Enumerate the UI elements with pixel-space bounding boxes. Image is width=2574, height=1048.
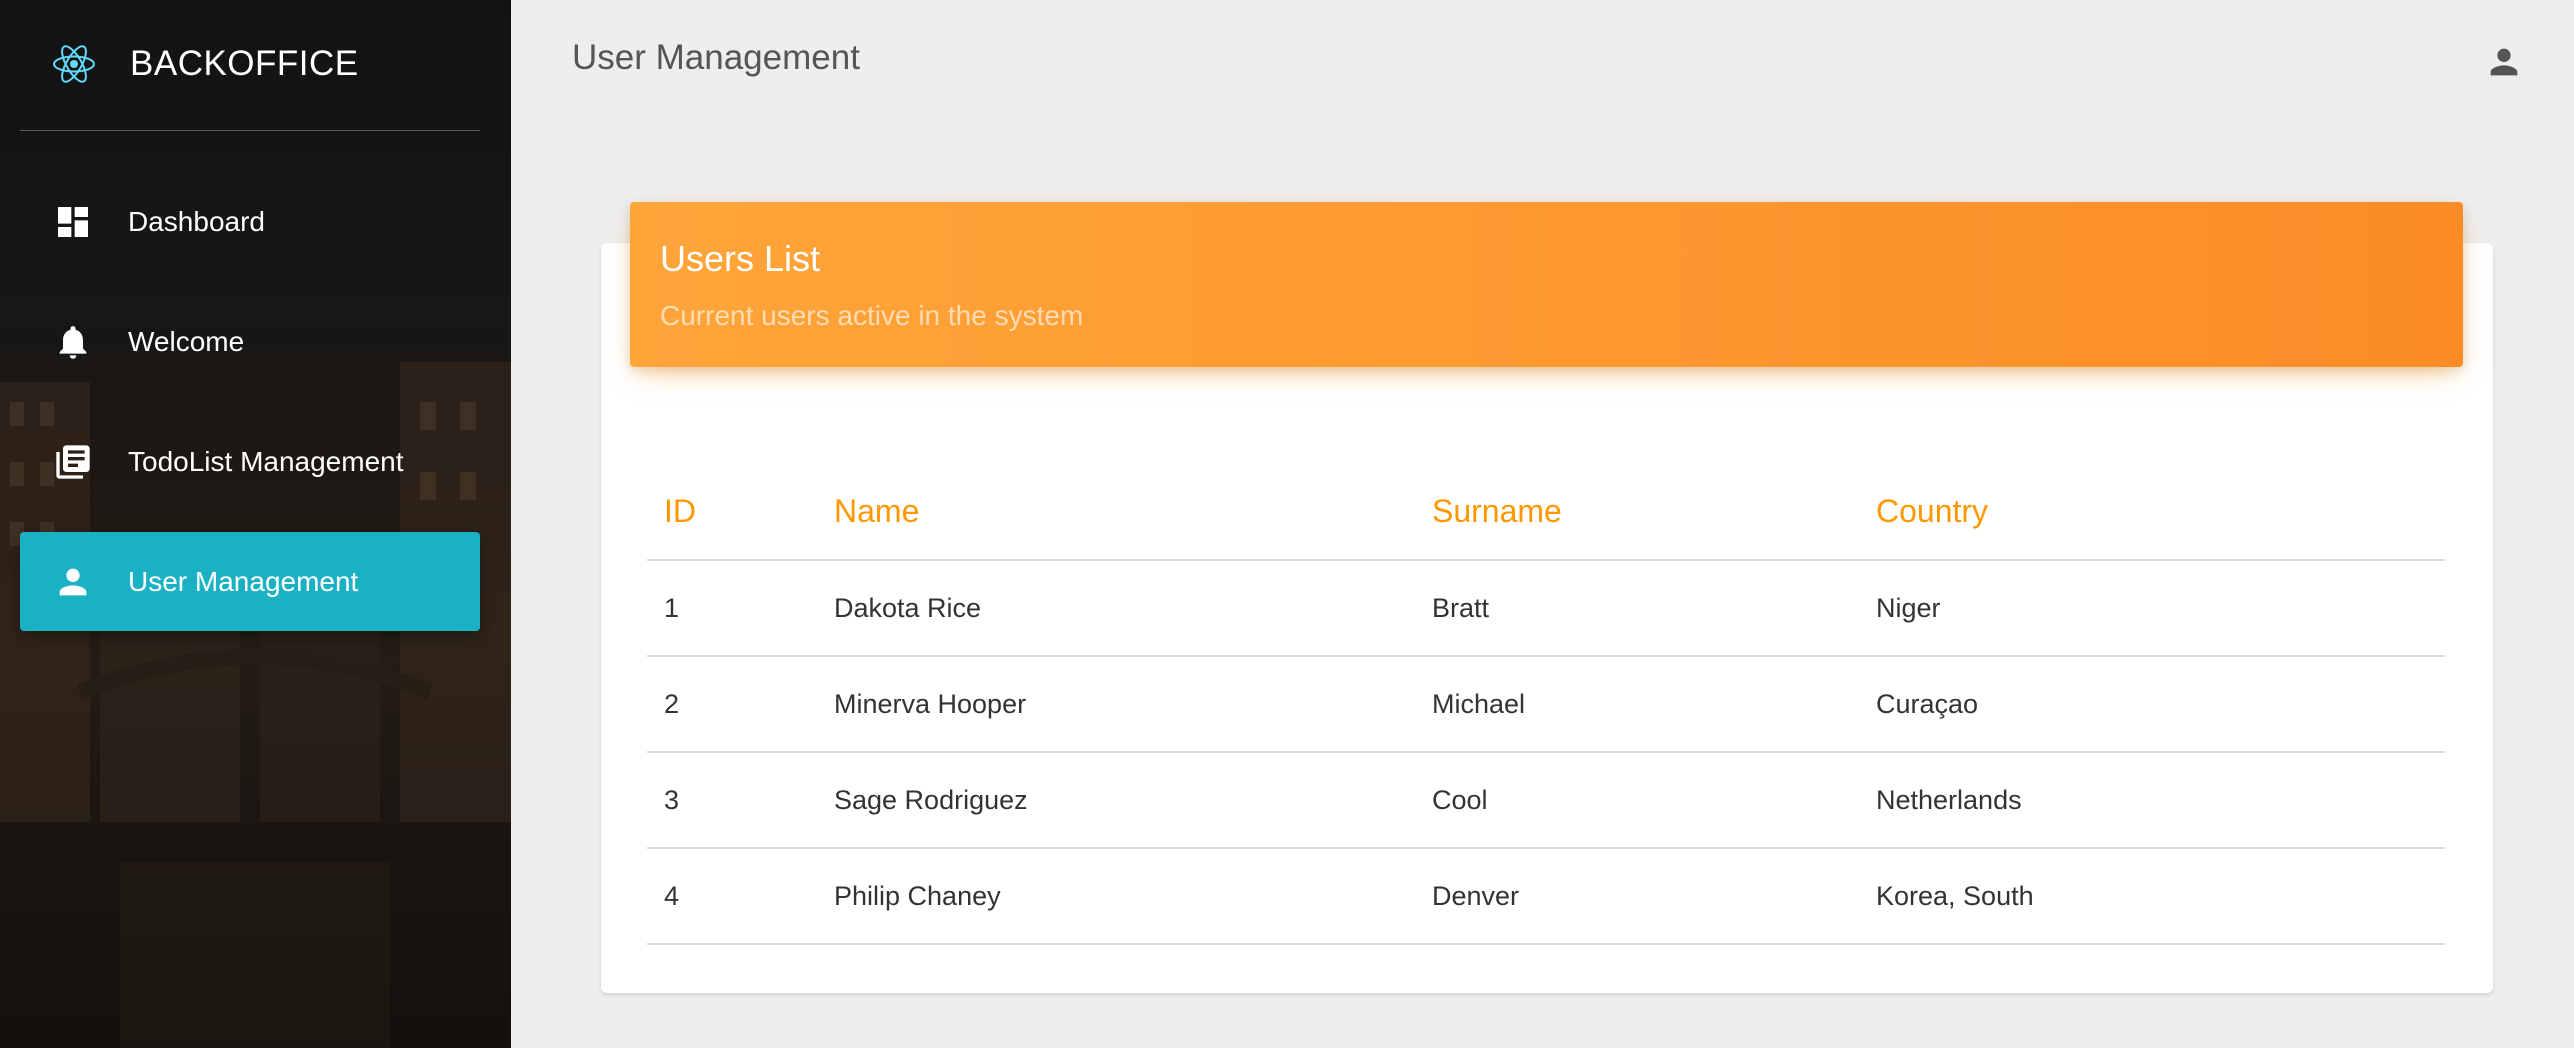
cell-surname: Cool bbox=[1415, 752, 1859, 849]
cell-country: Korea, South bbox=[1859, 848, 2445, 945]
table-row: 4 Philip Chaney Denver Korea, South bbox=[647, 848, 2445, 945]
column-header-name: Name bbox=[817, 463, 1415, 561]
cell-name: Minerva Hooper bbox=[817, 656, 1415, 753]
cell-name: Dakota Rice bbox=[817, 560, 1415, 657]
sidebar-item-label: Welcome bbox=[128, 325, 245, 357]
users-table: ID Name Surname Country 1 Dakota Rice Br… bbox=[647, 463, 2445, 945]
cell-surname: Bratt bbox=[1415, 560, 1859, 657]
sidebar-item-label: Dashboard bbox=[128, 205, 265, 237]
sidebar-item-label: TodoList Management bbox=[128, 445, 404, 477]
cell-name: Sage Rodriguez bbox=[817, 752, 1415, 849]
brand[interactable]: BACKOFFICE bbox=[0, 0, 511, 131]
column-header-country: Country bbox=[1859, 463, 2445, 561]
cell-id: 1 bbox=[647, 560, 817, 657]
sidebar: BACKOFFICE Dashboard Welcome TodoList Ma… bbox=[0, 0, 511, 1048]
cell-name: Philip Chaney bbox=[817, 848, 1415, 945]
sidebar-item-user-management[interactable]: User Management bbox=[20, 532, 480, 631]
library-books-icon bbox=[53, 442, 93, 482]
cell-id: 2 bbox=[647, 656, 817, 753]
sidebar-item-dashboard[interactable]: Dashboard bbox=[20, 172, 480, 271]
table-row: 3 Sage Rodriguez Cool Netherlands bbox=[647, 752, 2445, 849]
column-header-id: ID bbox=[647, 463, 817, 561]
cell-country: Curaçao bbox=[1859, 656, 2445, 753]
cell-id: 4 bbox=[647, 848, 817, 945]
card-title: Users List bbox=[660, 238, 821, 279]
cell-country: Netherlands bbox=[1859, 752, 2445, 849]
sidebar-item-todolist-management[interactable]: TodoList Management bbox=[20, 412, 480, 511]
card-header: Users List Current users active in the s… bbox=[630, 202, 2463, 367]
brand-divider bbox=[20, 130, 480, 131]
react-logo-icon bbox=[53, 45, 95, 83]
cell-country: Niger bbox=[1859, 560, 2445, 657]
sidebar-item-label: User Management bbox=[128, 565, 359, 597]
account-icon[interactable] bbox=[2484, 42, 2524, 82]
bell-icon bbox=[53, 322, 93, 362]
dashboard-icon bbox=[53, 202, 93, 242]
card-subtitle: Current users active in the system bbox=[660, 300, 1084, 331]
table-row: 1 Dakota Rice Bratt Niger bbox=[647, 560, 2445, 657]
sidebar-item-welcome[interactable]: Welcome bbox=[20, 292, 480, 391]
cell-surname: Denver bbox=[1415, 848, 1859, 945]
page-title: User Management bbox=[572, 38, 860, 77]
brand-title: BACKOFFICE bbox=[130, 44, 359, 83]
person-icon bbox=[53, 562, 93, 602]
cell-id: 3 bbox=[647, 752, 817, 849]
table-row: 2 Minerva Hooper Michael Curaçao bbox=[647, 656, 2445, 753]
column-header-surname: Surname bbox=[1415, 463, 1859, 561]
table-header-row: ID Name Surname Country bbox=[647, 463, 2445, 561]
cell-surname: Michael bbox=[1415, 656, 1859, 753]
